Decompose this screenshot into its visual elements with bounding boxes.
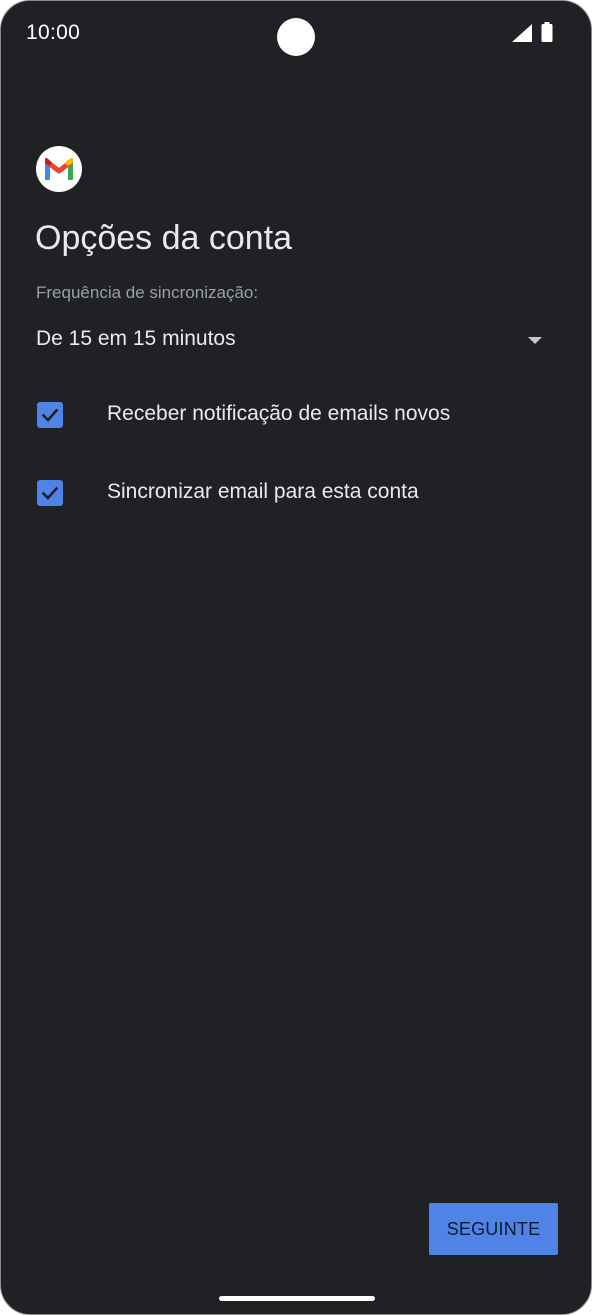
sync-email-checkbox[interactable] [37,480,63,506]
cellular-signal-icon [512,24,532,42]
sync-frequency-dropdown[interactable]: De 15 em 15 minutos [36,319,551,361]
notify-new-emails-option[interactable]: Receber notificação de emails novos [36,390,556,440]
battery-full-icon [541,22,553,42]
phone-screen: 10:00 Opções da conta Frequência de sinc… [0,0,592,1315]
page-title: Opções da conta [35,219,293,257]
gmail-logo-icon [36,146,82,192]
checkmark-icon [41,408,59,422]
status-time: 10:00 [26,21,81,44]
home-indicator[interactable] [219,1296,375,1301]
sync-frequency-label: Frequência de sincronização: [36,283,259,302]
front-camera-cutout [277,18,315,56]
dropdown-arrow-icon [528,337,542,344]
sync-email-label: Sincronizar email para esta conta [107,480,419,503]
next-button[interactable]: SEGUINTE [429,1203,558,1255]
notify-new-emails-label: Receber notificação de emails novos [107,402,451,425]
checkmark-icon [41,486,59,500]
sync-frequency-value: De 15 em 15 minutos [36,327,236,350]
sync-email-option[interactable]: Sincronizar email para esta conta [36,468,556,518]
status-bar: 10:00 [1,1,591,65]
notify-new-emails-checkbox[interactable] [37,402,63,428]
